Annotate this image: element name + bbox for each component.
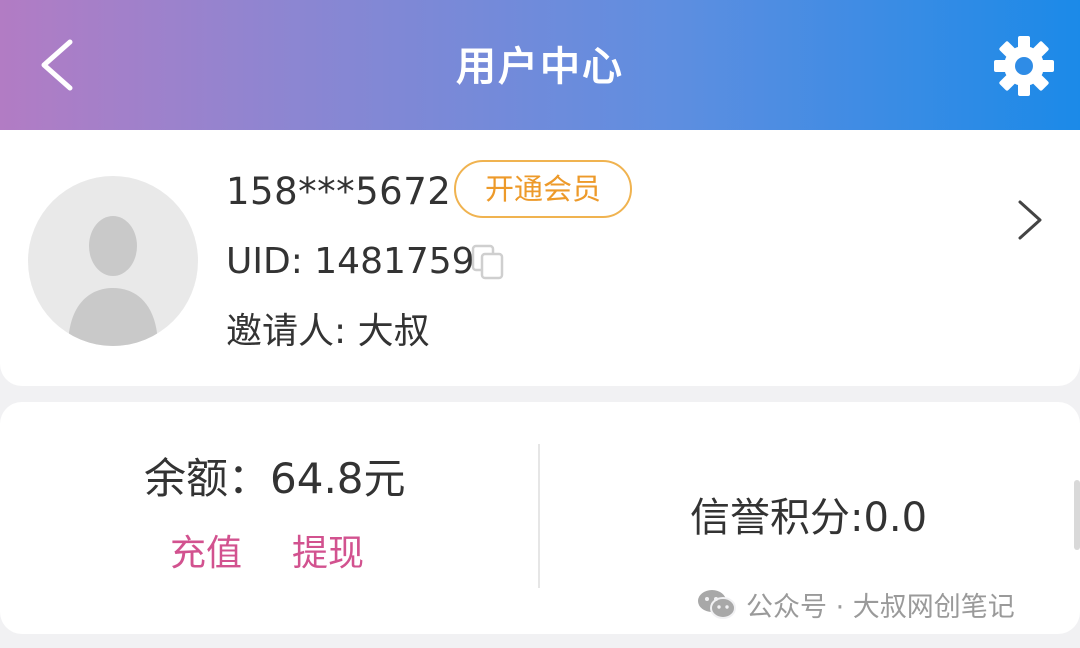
gear-icon[interactable] (992, 34, 1056, 98)
balance-amount: 余额：64.8元 (144, 454, 406, 503)
inviter-info: 邀请人: 大叔 (226, 311, 430, 352)
wechat-icon (698, 590, 736, 619)
avatar[interactable] (28, 176, 198, 346)
header-bar: 用户中心 (0, 0, 1080, 130)
user-avatar-icon (68, 216, 158, 346)
recharge-button[interactable]: 充值 (170, 532, 242, 576)
copy-icon[interactable] (470, 243, 506, 281)
watermark-text: 公众号 · 大叔网创笔记 (746, 591, 1015, 623)
credit-score: 信誉积分:0.0 (690, 495, 928, 541)
phone-number: 158***5672 (226, 170, 452, 213)
divider (538, 444, 540, 588)
scroll-handle[interactable] (1074, 480, 1080, 550)
withdraw-button[interactable]: 提现 (292, 532, 364, 576)
page-title: 用户中心 (456, 44, 624, 90)
open-membership-button[interactable]: 开通会员 (454, 160, 632, 218)
user-id: UID: 1481759 (226, 241, 475, 282)
chevron-right-icon[interactable] (1012, 196, 1046, 244)
profile-card[interactable]: 158***5672 开通会员 UID: 1481759 邀请人: 大叔 (0, 130, 1080, 386)
watermark: 公众号 · 大叔网创笔记 (696, 584, 1015, 624)
